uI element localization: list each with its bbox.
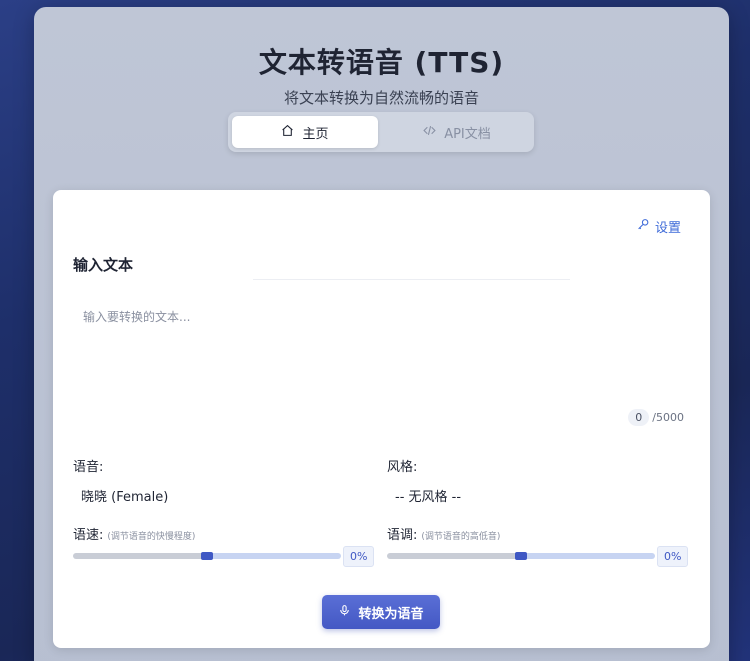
convert-button[interactable]: 转换为语音 (322, 595, 440, 629)
tts-card: 设置 输入文本 0 /5000 语音: 晓晓 (Female) 风格: -- 无… (53, 190, 710, 648)
pitch-value: 0% (657, 546, 689, 567)
home-icon (281, 124, 294, 141)
tab-home-label: 主页 (302, 126, 329, 142)
key-icon (637, 218, 650, 235)
page-subtitle: 将文本转换为自然流畅的语音 (283, 89, 479, 107)
rate-slider[interactable] (73, 552, 341, 560)
voice-label: 语音: (73, 460, 104, 475)
pitch-hint: (调节语音的高低音) (421, 532, 501, 542)
voice-select[interactable]: 晓晓 (Female) (81, 486, 168, 505)
pitch-label-row: 语调: (调节语音的高低音) (387, 524, 500, 543)
rate-label: 语速: (73, 528, 104, 543)
convert-label: 转换为语音 (358, 606, 424, 622)
tab-home[interactable]: 主页 (232, 116, 378, 148)
style-select[interactable]: -- 无风格 -- (395, 486, 461, 505)
settings-label: 设置 (654, 221, 681, 236)
tab-api-docs-label: API文档 (444, 126, 491, 142)
style-label: 风格: (387, 460, 418, 475)
text-input[interactable] (73, 298, 687, 433)
pitch-slider[interactable] (387, 552, 655, 560)
pitch-slider-thumb[interactable] (515, 552, 527, 560)
char-limit: /5000 (652, 411, 684, 424)
rate-hint: (调节语音的快慢程度) (107, 532, 196, 542)
page-title: 文本转语音 (TTS) (258, 46, 505, 79)
input-section-title: 输入文本 (73, 256, 134, 274)
rate-label-row: 语速: (调节语音的快慢程度) (73, 524, 195, 543)
tab-api-docs[interactable]: API文档 (384, 116, 530, 148)
tab-bar: 主页 API文档 (228, 112, 534, 152)
rate-value: 0% (343, 546, 375, 567)
char-count: 0 (628, 409, 650, 426)
divider (253, 279, 570, 280)
pitch-label: 语调: (387, 528, 418, 543)
code-icon (423, 124, 436, 141)
settings-button[interactable]: 设置 (637, 217, 681, 236)
rate-slider-thumb[interactable] (201, 552, 213, 560)
microphone-icon (338, 604, 351, 621)
app-panel: 文本转语音 (TTS) 将文本转换为自然流畅的语音 主页 API文档 设置 输入… (34, 7, 729, 661)
char-counter: 0 /5000 (628, 409, 684, 426)
